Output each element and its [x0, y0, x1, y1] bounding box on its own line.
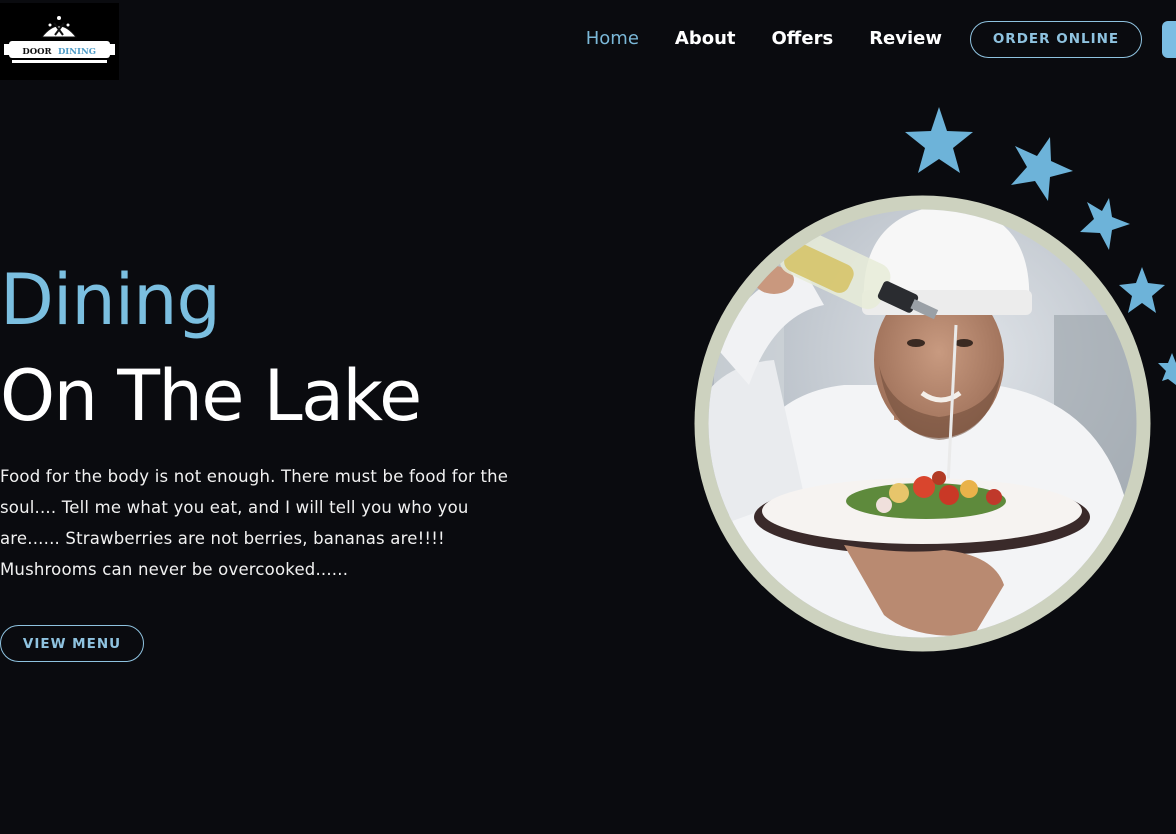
star-icon	[1158, 353, 1176, 385]
star-icon	[905, 107, 973, 173]
nav-link-about[interactable]: About	[675, 20, 736, 58]
logo-text-door: DOOR	[22, 47, 52, 57]
logo[interactable]: DOOR DINING	[0, 3, 119, 80]
hero-title-highlight: Dining	[0, 259, 221, 341]
main-nav: Home About Offers Review ORDER ONLINE	[586, 20, 1176, 58]
partial-button[interactable]	[1162, 20, 1176, 58]
view-menu-button[interactable]: VIEW MENU	[0, 625, 144, 662]
logo-text-dining: DINING	[58, 47, 96, 57]
hero-description: Food for the body is not enough. There m…	[0, 467, 509, 579]
nav-link-offers[interactable]: Offers	[772, 20, 834, 58]
star-icon	[1011, 137, 1073, 201]
hero-title-main: On The Lake	[0, 355, 422, 437]
nav-link-home[interactable]: Home	[586, 20, 639, 58]
chef-photo	[694, 195, 1151, 652]
chef-pouring-oil-photo-icon	[694, 195, 1151, 652]
star-icon	[1119, 267, 1165, 313]
nav-link-review[interactable]: Review	[869, 20, 942, 58]
star-icon	[1080, 198, 1130, 250]
door-dining-logo-icon: DOOR DINING	[4, 16, 115, 63]
order-online-button[interactable]: ORDER ONLINE	[970, 20, 1142, 58]
